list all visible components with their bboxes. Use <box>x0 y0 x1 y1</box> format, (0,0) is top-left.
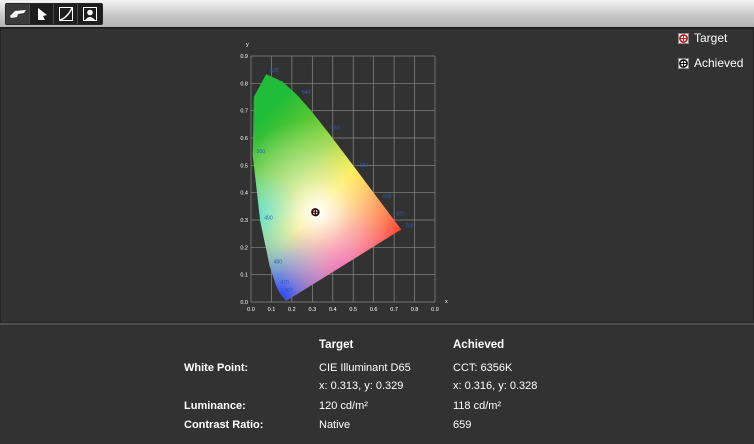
y-tick-label: 0.4 <box>240 191 248 197</box>
legend-item-target: Target <box>678 31 743 45</box>
luminance-achieved: 118 cd/m² <box>453 400 502 412</box>
target-marker-icon <box>678 32 689 44</box>
y-tick-label: 0.1 <box>240 273 248 279</box>
x-tick-label: 0.6 <box>370 307 378 313</box>
achieved-point <box>311 208 320 217</box>
row-label-luminance: Luminance: <box>184 400 246 412</box>
x-tick-label: 0.1 <box>268 307 276 313</box>
chart-legend: Target Achieved <box>678 31 743 81</box>
y-tick-label: 0.3 <box>240 218 248 224</box>
x-tick-label: 0.4 <box>329 307 337 313</box>
x-axis-label: x <box>445 299 448 305</box>
cie-chromaticity-chart: 520 540 560 580 600 620700 500 490 480 470 460 0.0… <box>240 42 448 313</box>
x-tick-label: 0.8 <box>411 307 419 313</box>
contrast-ratio-achieved: 659 <box>453 419 472 431</box>
y-tick-label: 0.5 <box>240 163 248 169</box>
contrast-ratio-target: Native <box>319 419 351 431</box>
panel-divider <box>0 322 754 325</box>
white-point-achieved: CCT: 6356K <box>453 362 513 374</box>
wavelength-label: 580 <box>360 163 369 169</box>
legend-target-label: Target <box>694 31 728 45</box>
wavelength-label: 600 <box>383 194 392 200</box>
y-tick-label: 0.2 <box>240 245 248 251</box>
wavelength-label: 460 <box>284 288 293 294</box>
wavelength-label: 620 <box>396 212 405 218</box>
achieved-marker-icon <box>678 57 689 69</box>
y-tick-label: 0.8 <box>240 81 248 87</box>
wavelength-label: 470 <box>280 280 289 286</box>
column-header-target: Target <box>319 339 354 351</box>
wavelength-label: 560 <box>331 125 340 131</box>
wavelength-label: 490 <box>264 215 273 221</box>
white-point-achieved-coords: x: 0.316, y: 0.328 <box>453 380 538 392</box>
white-point-target: CIE Illuminant D65 <box>319 362 411 374</box>
y-tick-label: 0.9 <box>240 54 248 60</box>
x-tick-label: 0.2 <box>288 307 296 313</box>
legend-item-achieved: Achieved <box>678 56 743 70</box>
x-tick-label: 0.9 <box>431 307 439 313</box>
y-axis-label: y <box>246 42 249 48</box>
white-point-target-coords: x: 0.313, y: 0.329 <box>319 380 404 392</box>
wavelength-label: 540 <box>302 90 311 96</box>
wavelength-label: 520 <box>270 68 279 74</box>
y-tick-label: 0.0 <box>240 300 248 306</box>
wavelength-label: 500 <box>257 149 266 155</box>
y-tick-label: 0.7 <box>240 109 248 115</box>
y-tick-label: 0.6 <box>240 136 248 142</box>
column-header-achieved: Achieved <box>453 339 505 351</box>
wavelength-label: 480 <box>274 260 283 266</box>
row-label-white-point: White Point: <box>184 362 249 374</box>
wavelength-label: 700 <box>405 223 414 229</box>
row-label-contrast-ratio: Contrast Ratio: <box>184 419 264 431</box>
x-tick-label: 0.0 <box>247 307 255 313</box>
x-tick-label: 0.7 <box>390 307 398 313</box>
legend-achieved-label: Achieved <box>694 56 744 70</box>
x-tick-label: 0.3 <box>309 307 317 313</box>
x-tick-label: 0.5 <box>349 307 357 313</box>
luminance-target: 120 cd/m² <box>319 400 368 412</box>
